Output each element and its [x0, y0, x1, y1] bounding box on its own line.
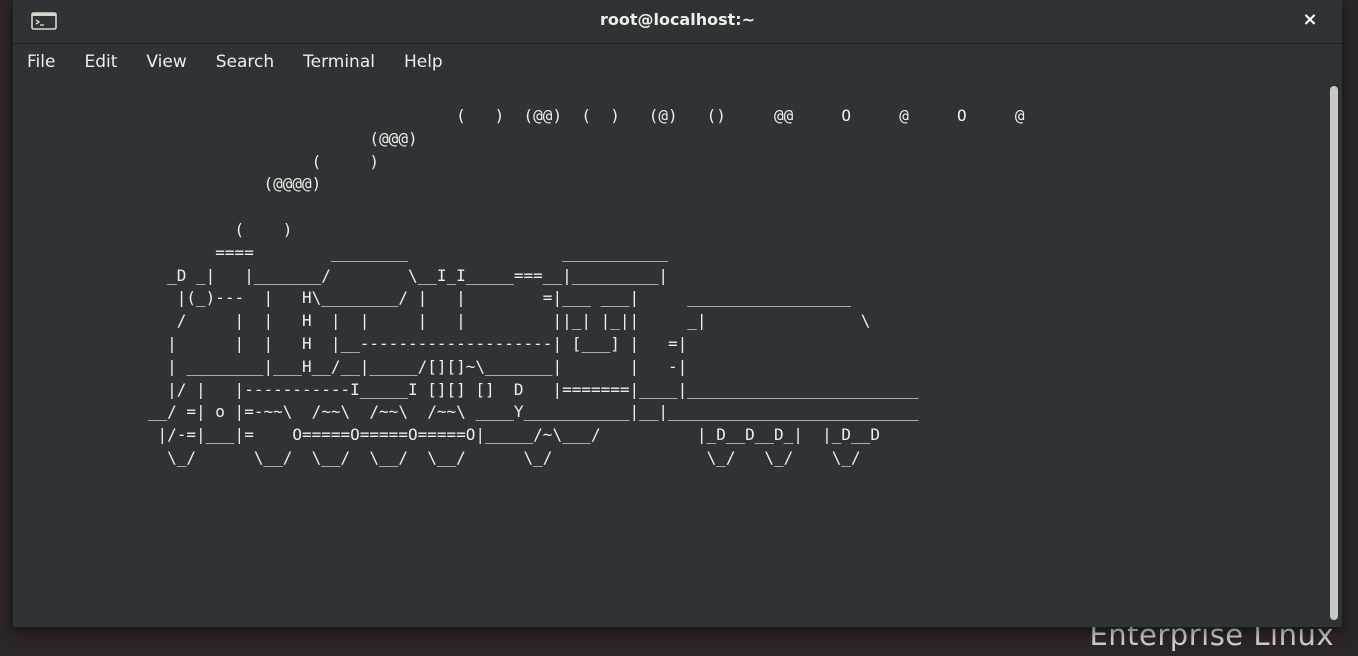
menu-terminal[interactable]: Terminal	[295, 46, 383, 78]
menu-edit[interactable]: Edit	[76, 46, 125, 78]
terminal-output: ( ) (@@) ( ) (@) () @@ O @ O @ (@@@) ( )…	[147, 106, 1025, 467]
terminal-area[interactable]: ( ) (@@) ( ) (@) () @@ O @ O @ (@@@) ( )…	[13, 80, 1325, 627]
window-title: root@localhost:~	[599, 10, 756, 29]
menu-search[interactable]: Search	[208, 46, 282, 78]
scrollbar-thumb[interactable]	[1330, 86, 1338, 620]
scrollbar[interactable]	[1328, 84, 1338, 622]
close-icon[interactable]: ×	[1298, 8, 1322, 32]
menu-file[interactable]: File	[19, 46, 63, 78]
menubar: File Edit View Search Terminal Help	[13, 44, 1342, 80]
menu-help[interactable]: Help	[396, 46, 451, 78]
desktop: Enterprise Linux root@localhost:~ × File…	[0, 0, 1358, 656]
titlebar[interactable]: root@localhost:~ ×	[13, 0, 1342, 44]
menu-view[interactable]: View	[138, 46, 194, 78]
terminal-window: root@localhost:~ × File Edit View Search…	[13, 0, 1342, 627]
